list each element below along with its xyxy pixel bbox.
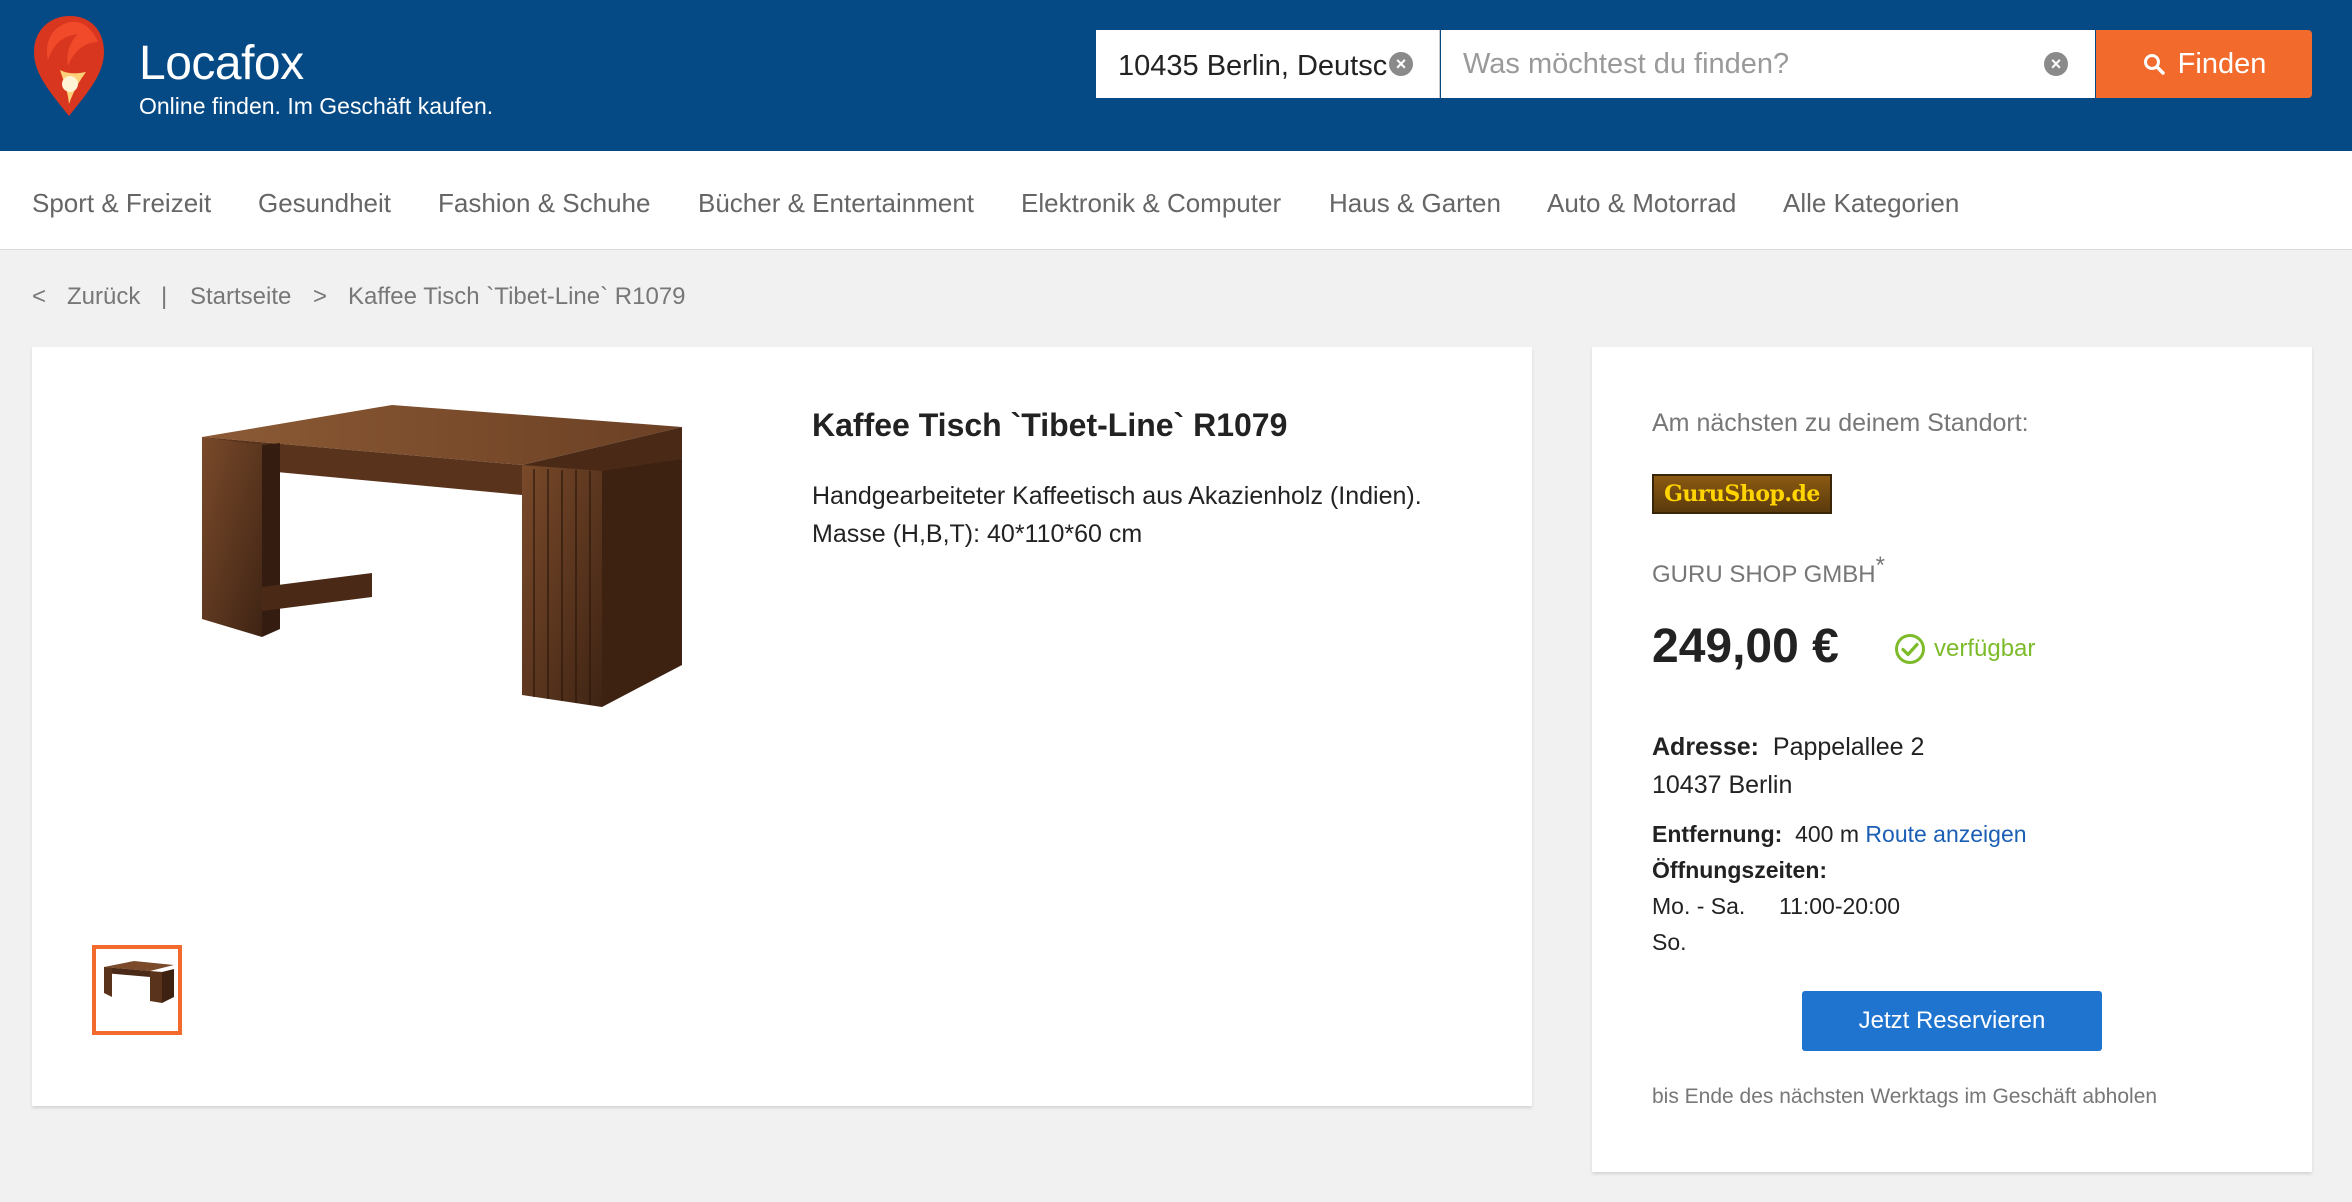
location-input-value[interactable]: 10435 Berlin, Deutschland [1118, 50, 1388, 83]
address-label: Adresse: [1652, 733, 1759, 761]
nav-item-alle-kategorien[interactable]: Alle Kategorien [1783, 188, 1959, 219]
shop-offer-card: Am nächsten zu deinem Standort: GuruShop… [1592, 347, 2312, 1172]
product-thumbnail[interactable] [92, 945, 182, 1035]
route-link[interactable]: Route anzeigen [1865, 821, 2026, 847]
thumbnail-image [104, 961, 174, 1003]
pickup-note: bis Ende des nächsten Werktags im Geschä… [1652, 1085, 2158, 1108]
nav-item-fashion-schuhe[interactable]: Fashion & Schuhe [438, 188, 650, 219]
back-arrow-icon[interactable]: < [32, 283, 46, 311]
hours-label: Öffnungszeiten: [1652, 857, 1827, 884]
hours-days-sunday: So. [1652, 929, 1687, 955]
location-field[interactable]: 10435 Berlin, Deutschland × [1096, 30, 1440, 98]
nav-item-sport-freizeit[interactable]: Sport & Freizeit [32, 188, 211, 219]
nav-item-gesundheit[interactable]: Gesundheit [258, 188, 391, 219]
product-description: Handgearbeiteter Kaffeetisch aus Akazien… [812, 477, 1422, 553]
address-street: Pappelallee 2 [1772, 733, 1925, 761]
breadcrumb-separator: | [161, 283, 168, 310]
breadcrumb-current: Kaffee Tisch `Tibet-Line` R1079 [348, 283, 686, 310]
description-line: Masse (H,B,T): 40*110*60 cm [812, 520, 1143, 548]
product-price: 249,00 € [1652, 620, 1839, 673]
description-line: Handgearbeiteter Kaffeetisch aus Akazien… [812, 482, 1422, 510]
find-button-label: Finden [2177, 47, 2267, 80]
nav-item-auto-motorrad[interactable]: Auto & Motorrad [1547, 188, 1736, 219]
search-icon [2143, 54, 2165, 75]
shop-name-text: GURU SHOP GMBH [1652, 561, 1876, 588]
nav-item-elektronik-computer[interactable]: Elektronik & Computer [1021, 188, 1281, 219]
locafox-logo-icon[interactable] [30, 12, 108, 118]
nav-item-haus-garten[interactable]: Haus & Garten [1329, 188, 1501, 219]
nearest-store-label: Am nächsten zu deinem Standort: [1652, 409, 2029, 437]
top-header-bar: Locafox Online finden. Im Geschäft kaufe… [0, 0, 2352, 151]
address-city: 10437 Berlin [1652, 771, 1793, 799]
product-image[interactable] [162, 397, 682, 717]
product-card: Kaffee Tisch `Tibet-Line` R1079 Handgear… [32, 347, 1532, 1106]
check-circle-icon [1895, 634, 1925, 664]
hours-time: 11:00-20:00 [1779, 893, 1901, 919]
breadcrumb-back-link[interactable]: Zurück [67, 283, 140, 311]
breadcrumb-home-link[interactable]: Startseite [190, 283, 291, 311]
address-line: Adresse: Pappelallee 2 [1652, 733, 1924, 762]
clear-search-icon[interactable]: × [2044, 52, 2068, 76]
hours-row: Mo. - Sa. [1652, 893, 1745, 920]
search-input[interactable] [1463, 44, 2023, 84]
shop-name[interactable]: GURU SHOP GMBH* [1652, 552, 1885, 589]
brand-name[interactable]: Locafox [139, 36, 304, 91]
shop-name-mark: * [1875, 552, 1885, 579]
availability-text: verfügbar [1934, 635, 2036, 662]
availability-status: verfügbar [1894, 633, 2035, 665]
nav-item-buecher-entertainment[interactable]: Bücher & Entertainment [698, 188, 974, 219]
search-field[interactable]: × [1441, 30, 2095, 98]
distance-label: Entfernung: [1652, 821, 1783, 847]
distance-value: 400 m [1795, 821, 1860, 847]
brand-tagline: Online finden. Im Geschäft kaufen. [139, 93, 494, 119]
product-title: Kaffee Tisch `Tibet-Line` R1079 [812, 407, 1288, 443]
hours-days: Mo. - Sa. [1652, 893, 1746, 919]
category-nav: Sport & Freizeit Gesundheit Fashion & Sc… [0, 151, 2352, 250]
find-button[interactable]: Finden [2096, 30, 2312, 98]
hours-label-text: Öffnungszeiten: [1652, 857, 1828, 883]
breadcrumb-arrow: > [313, 283, 328, 310]
clear-location-icon[interactable]: × [1389, 52, 1413, 76]
reserve-button[interactable]: Jetzt Reservieren [1802, 991, 2102, 1051]
distance-line: Entfernung: 400 m Route anzeigen [1652, 821, 2027, 848]
shop-logo[interactable]: GuruShop.de [1652, 474, 1832, 514]
